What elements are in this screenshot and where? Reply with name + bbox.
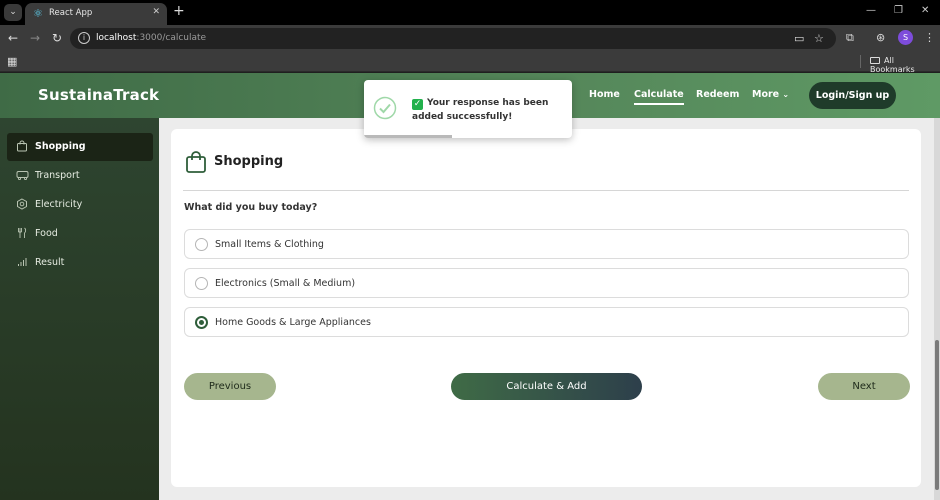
bar-chart-icon (15, 256, 29, 270)
close-icon[interactable]: ✕ (152, 7, 160, 17)
reload-icon[interactable]: ↻ (52, 31, 62, 45)
check-circle-icon (373, 96, 397, 120)
nav-more[interactable]: More ⌄ (752, 89, 789, 100)
option-label: Electronics (Small & Medium) (215, 278, 356, 289)
page-scrollbar[interactable] (934, 118, 940, 500)
login-signup-button[interactable]: Login/Sign up (809, 82, 896, 109)
sidebar-item-shopping[interactable]: Shopping (7, 133, 153, 161)
nav-redeem[interactable]: Redeem (696, 89, 739, 100)
radio-button[interactable] (195, 238, 208, 251)
sidebar-item-label: Food (35, 228, 58, 239)
sidebar-item-transport[interactable]: Transport (7, 162, 153, 190)
shopping-bag-icon (15, 140, 29, 154)
next-button[interactable]: Next (818, 373, 910, 400)
sidebar-item-label: Result (35, 257, 65, 268)
divider (183, 190, 909, 191)
star-icon[interactable]: ☆ (814, 32, 824, 45)
all-bookmarks-button[interactable]: All Bookmarks (870, 56, 940, 74)
cutlery-icon (15, 227, 29, 241)
bus-icon (15, 169, 29, 183)
sidebar-item-result[interactable]: Result (7, 249, 153, 277)
question-text: What did you buy today? (184, 202, 318, 213)
tab-search-button[interactable]: ⌄ (4, 4, 22, 21)
tab-title: React App (49, 8, 93, 18)
menu-icon[interactable]: ⋮ (924, 31, 935, 44)
sidebar-item-label: Transport (35, 170, 80, 181)
card-title: Shopping (214, 154, 284, 169)
radio-button[interactable] (195, 277, 208, 290)
forward-icon[interactable]: → (30, 31, 40, 45)
toast-progress-bar (364, 135, 452, 138)
toast-message: ✓ Your response has been added successful… (412, 98, 549, 122)
option-electronics[interactable]: Electronics (Small & Medium) (184, 268, 909, 298)
calculator-card: Shopping What did you buy today? Small I… (171, 129, 921, 487)
bookmarks-divider (860, 55, 861, 68)
address-bar[interactable]: i localhost:3000/calculate ▭ ☆ (70, 28, 836, 49)
sidebar-item-label: Electricity (35, 199, 83, 210)
minimize-icon[interactable]: — (866, 5, 876, 16)
browser-tab-bar: ⌄ ⚛ React App ✕ + — ❐ ✕ (0, 0, 940, 25)
browser-tab[interactable]: ⚛ React App ✕ (25, 3, 167, 25)
chevron-down-icon: ⌄ (782, 90, 790, 99)
back-icon[interactable]: ← (8, 31, 18, 45)
react-icon: ⚛ (33, 7, 43, 20)
option-label: Small Items & Clothing (215, 239, 324, 250)
extensions-icon[interactable]: ⧉ (846, 31, 854, 45)
bookmarks-bar: ▦ All Bookmarks (0, 52, 940, 74)
main-content: Shopping What did you buy today? Small I… (159, 118, 940, 500)
scrollbar-thumb[interactable] (935, 340, 939, 490)
option-label: Home Goods & Large Appliances (215, 317, 371, 328)
sidebar: Shopping Transport Electricity Food Resu… (0, 118, 159, 500)
bolt-icon (15, 198, 29, 212)
previous-button[interactable]: Previous (184, 373, 276, 400)
nav-home[interactable]: Home (589, 89, 620, 100)
checkbox-icon: ✓ (412, 99, 423, 110)
sidebar-item-food[interactable]: Food (7, 220, 153, 248)
sidebar-item-electricity[interactable]: Electricity (7, 191, 153, 219)
option-small-items[interactable]: Small Items & Clothing (184, 229, 909, 259)
browser-toolbar: ← → ↻ i localhost:3000/calculate ▭ ☆ ⧉ ⊛… (0, 25, 940, 52)
folder-icon (870, 57, 880, 64)
window-close-icon[interactable]: ✕ (921, 5, 929, 16)
success-toast: ✓ Your response has been added successful… (364, 80, 572, 138)
nav-calculate[interactable]: Calculate (634, 89, 684, 105)
cast-icon[interactable]: ▭ (794, 32, 804, 45)
apps-grid-icon[interactable]: ▦ (7, 55, 17, 68)
shopping-bag-icon (184, 150, 208, 174)
option-home-goods[interactable]: Home Goods & Large Appliances (184, 307, 909, 337)
new-tab-button[interactable]: + (173, 3, 185, 19)
profile-avatar[interactable]: S (898, 30, 913, 45)
url-text: localhost:3000/calculate (96, 33, 207, 43)
calculate-add-button[interactable]: Calculate & Add (451, 373, 642, 400)
brand-logo[interactable]: SustainaTrack (38, 86, 159, 104)
restore-icon[interactable]: ❐ (894, 5, 903, 16)
sidebar-item-label: Shopping (35, 141, 86, 152)
radio-button-selected[interactable] (195, 316, 208, 329)
sync-icon[interactable]: ⊛ (876, 31, 885, 44)
site-info-icon[interactable]: i (78, 32, 90, 44)
